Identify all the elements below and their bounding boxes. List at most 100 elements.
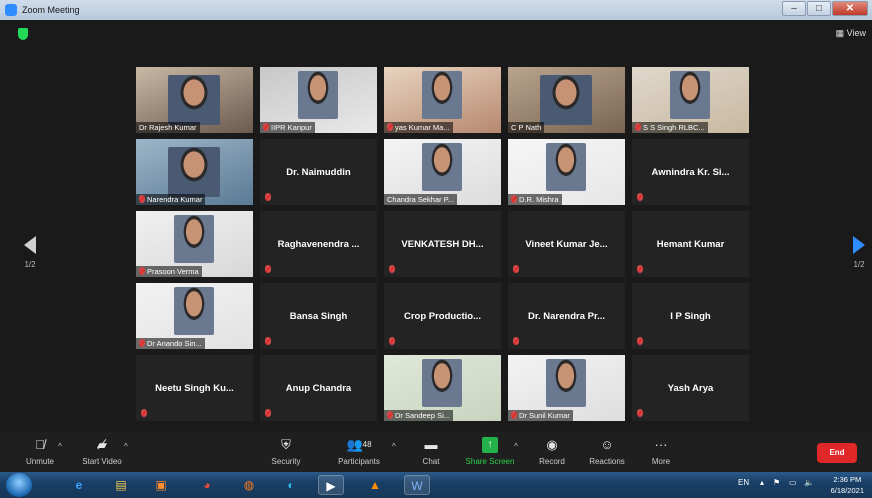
minimize-button[interactable]: –	[782, 1, 806, 16]
maximize-button[interactable]: □	[807, 1, 831, 16]
participant-tile[interactable]: Yash Arya	[632, 355, 749, 421]
participant-tile[interactable]: Dr Sunil Kumar	[508, 355, 625, 421]
network-icon[interactable]: ▭	[789, 478, 797, 487]
share-screen-button[interactable]: ↑ Share Screen	[464, 437, 516, 466]
participant-tile[interactable]: Anup Chandra	[260, 355, 377, 421]
muted-mic-icon	[637, 409, 643, 417]
participant-tile[interactable]: C P Nath	[508, 67, 625, 133]
muted-mic-icon	[511, 411, 517, 419]
muted-mic-icon	[635, 123, 641, 131]
participant-tile[interactable]: Bansa Singh	[260, 283, 377, 349]
participant-name: Prasoon Verma	[147, 267, 199, 276]
vlc-icon[interactable]: ▲	[362, 475, 388, 495]
start-video-label: Start Video	[82, 457, 122, 466]
share-caret-icon[interactable]: ^	[514, 442, 518, 451]
action-center-flag-icon[interactable]: ⚑	[773, 478, 780, 487]
more-button[interactable]: ··· More	[646, 437, 676, 466]
share-arrow-icon: ↑	[482, 437, 498, 453]
participant-face	[422, 143, 462, 191]
clock-time: 2:36 PM	[833, 475, 862, 484]
participant-tile[interactable]: Chandra Sekhar P...	[384, 139, 501, 205]
internet-explorer-icon[interactable]: e	[66, 475, 92, 495]
encryption-shield-icon[interactable]	[18, 28, 28, 40]
participant-tile[interactable]: Dr. Narendra Pr...	[508, 283, 625, 349]
participant-tile[interactable]: Prasoon Verma	[136, 211, 253, 277]
participant-name: Dr. Naimuddin	[286, 167, 351, 178]
chevron-right-icon	[853, 236, 865, 254]
reactions-button[interactable]: ☺ Reactions	[586, 437, 628, 466]
participants-label: Participants	[338, 457, 380, 466]
clock-date: 6/18/2021	[830, 486, 864, 495]
close-button[interactable]: ✕	[832, 1, 868, 16]
participant-tile[interactable]: Dr Rajesh Kumar	[136, 67, 253, 133]
participant-tile[interactable]: Vineet Kumar Je...	[508, 211, 625, 277]
participant-name: Raghavenendra ...	[277, 239, 360, 250]
participant-tile[interactable]: IIPR Kanpur	[260, 67, 377, 133]
record-button[interactable]: ◉ Record	[534, 437, 570, 466]
participant-tile[interactable]: S S Singh RLBC...	[632, 67, 749, 133]
muted-mic-icon	[139, 267, 145, 275]
participants-caret-icon[interactable]: ^	[392, 442, 396, 451]
more-label: More	[651, 457, 671, 466]
firefox-icon[interactable]: ◍	[236, 475, 262, 495]
prev-page-button[interactable]: 1/2	[18, 236, 42, 269]
participant-tile[interactable]: yas Kumar Ma...	[384, 67, 501, 133]
next-page-button[interactable]: 1/2	[848, 236, 870, 269]
chat-bubble-icon: ▬	[424, 437, 438, 452]
muted-mic-icon	[141, 409, 147, 417]
participant-tile[interactable]: Crop Productio...	[384, 283, 501, 349]
unmute-label: Unmute	[25, 457, 54, 466]
muted-mic-icon	[513, 265, 519, 273]
participant-tile[interactable]: Neetu Singh Ku...	[136, 355, 253, 421]
tray-expand-icon[interactable]: ▴	[760, 478, 764, 487]
participant-name: Vineet Kumar Je...	[525, 239, 608, 250]
security-button[interactable]: ⛨ Security	[266, 437, 306, 466]
muted-mic-icon	[387, 123, 393, 131]
view-button[interactable]: ▦ View	[836, 28, 866, 39]
system-clock[interactable]: 2:36 PM 6/18/2021	[831, 474, 864, 496]
chat-button[interactable]: ▬ Chat	[416, 437, 446, 466]
unmute-button[interactable]: 🎙̸ Unmute	[20, 437, 60, 466]
participant-tile[interactable]: Narendra Kumar	[136, 139, 253, 205]
security-label: Security	[271, 457, 301, 466]
zoom-logo-icon	[5, 4, 17, 16]
share-screen-label: Share Screen	[465, 457, 515, 466]
file-explorer-icon[interactable]: ▤	[108, 475, 134, 495]
end-meeting-button[interactable]: End	[817, 443, 857, 463]
participant-tile[interactable]: Raghavenendra ...	[260, 211, 377, 277]
participant-face	[546, 143, 586, 191]
participant-face	[174, 287, 214, 335]
chrome-icon[interactable]: ◕	[194, 475, 220, 495]
edge-icon[interactable]: ◐	[278, 475, 304, 495]
start-button-icon[interactable]	[6, 473, 32, 497]
participant-name: yas Kumar Ma...	[395, 123, 450, 132]
reactions-label: Reactions	[589, 457, 625, 466]
participant-name-label: Dr Rajesh Kumar	[136, 122, 200, 133]
participant-name: Dr. Narendra Pr...	[527, 311, 606, 322]
window-title: Zoom Meeting	[22, 5, 80, 15]
language-indicator[interactable]: EN	[738, 478, 749, 487]
participant-name: C P Nath	[511, 123, 542, 132]
start-video-button[interactable]: ▰̸ Start Video	[78, 437, 126, 466]
media-player-icon[interactable]: ▣	[148, 475, 174, 495]
word-icon[interactable]: W	[404, 475, 430, 495]
participant-name-label: D.R. Mishra	[508, 194, 562, 205]
participant-tile[interactable]: D.R. Mishra	[508, 139, 625, 205]
participant-tile[interactable]: I P Singh	[632, 283, 749, 349]
zoom-taskbar-icon[interactable]: ▶	[318, 475, 344, 495]
participant-name: Dr Anando Sin...	[147, 339, 202, 348]
participant-tile[interactable]: VENKATESH DH...	[384, 211, 501, 277]
participant-tile[interactable]: Dr. Naimuddin	[260, 139, 377, 205]
participant-tile[interactable]: Awnindra Kr. Si...	[632, 139, 749, 205]
microphone-muted-icon: 🎙̸	[35, 437, 45, 452]
muted-mic-icon	[263, 123, 269, 131]
participant-tile[interactable]: Dr Anando Sin...	[136, 283, 253, 349]
audio-options-caret-icon[interactable]: ^	[58, 442, 62, 451]
muted-mic-icon	[139, 339, 145, 347]
participant-face	[670, 71, 710, 119]
video-options-caret-icon[interactable]: ^	[124, 442, 128, 451]
participants-button[interactable]: 👥48 Participants	[334, 437, 384, 466]
participant-tile[interactable]: Dr Sandeep Si...	[384, 355, 501, 421]
participant-tile[interactable]: Hemant Kumar	[632, 211, 749, 277]
volume-icon[interactable]: 🔈	[804, 478, 814, 487]
